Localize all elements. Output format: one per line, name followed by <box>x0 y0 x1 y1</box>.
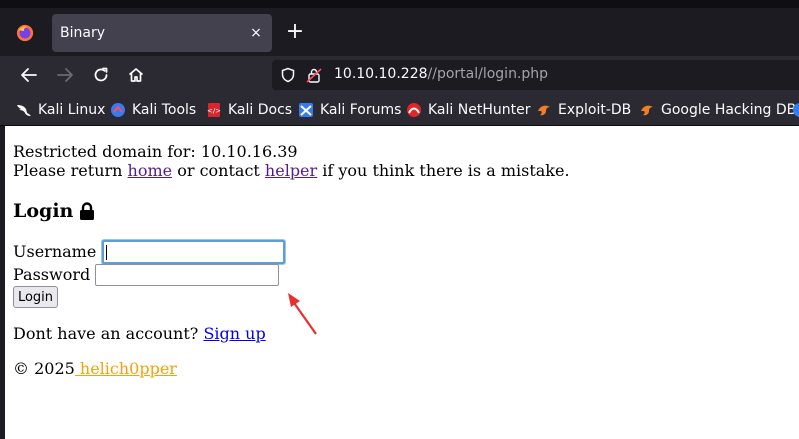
tab-title: Binary <box>60 25 105 41</box>
back-button[interactable] <box>15 62 43 88</box>
signup-message: Dont have an account? Sign up <box>13 324 266 344</box>
copyright-text: © 2025 <box>13 359 75 378</box>
svg-text:</>: </> <box>207 107 221 115</box>
firefox-icon <box>16 24 34 42</box>
close-icon[interactable]: × <box>248 25 264 41</box>
tab-binary[interactable]: Binary × <box>52 14 272 52</box>
url-text[interactable]: 10.10.10.228//portal/login.php <box>334 66 548 82</box>
url-path: //portal/login.php <box>427 66 549 82</box>
bookmark-exploit-db[interactable]: Exploit-DB <box>536 101 631 119</box>
bookmark-google-hacking-db[interactable]: Google Hacking DB <box>639 101 796 119</box>
bookmarks-toolbar: Kali Linux Kali Tools </> Kali Docs Kali… <box>0 94 799 126</box>
ghdb-icon <box>639 102 655 118</box>
kali-docs-icon: </> <box>206 102 222 118</box>
home-icon <box>128 68 144 82</box>
author-link[interactable]: helich0pper <box>75 359 177 378</box>
kali-dragon-icon <box>16 102 32 118</box>
lock-icon <box>80 201 95 220</box>
bookmark-label: Kali Tools <box>132 102 197 118</box>
mistake-text: if you think there is a mistake. <box>317 161 570 180</box>
exploit-db-icon <box>536 102 552 118</box>
shield-icon[interactable] <box>280 67 296 83</box>
url-bar[interactable]: 10.10.10.228//portal/login.php <box>272 60 799 90</box>
home-link[interactable]: home <box>128 161 173 180</box>
return-prefix: Please return <box>13 161 128 180</box>
navigation-toolbar: 10.10.10.228//portal/login.php <box>0 56 799 94</box>
bookmark-label: Google Hacking DB <box>661 102 797 118</box>
bookmark-label: Exploit-DB <box>558 102 632 118</box>
contact-text: or contact <box>172 161 265 180</box>
helper-link[interactable]: helper <box>265 161 317 180</box>
insecure-lock-icon[interactable] <box>306 67 322 83</box>
signup-link[interactable]: Sign up <box>203 324 265 343</box>
firefox-menu-button[interactable] <box>6 18 44 48</box>
forward-arrow-icon <box>57 68 73 82</box>
bookmark-kali-nethunter[interactable]: Kali NetHunter <box>406 101 530 119</box>
password-label: Password <box>13 265 91 284</box>
restricted-message: Restricted domain for: 10.10.16.39 <box>13 142 298 161</box>
text-caret <box>106 245 107 260</box>
bookmark-overflow[interactable] <box>792 101 799 119</box>
back-arrow-icon <box>21 68 37 82</box>
kali-forums-icon <box>298 102 314 118</box>
titlebar-strip <box>0 0 799 8</box>
bookmark-label: Kali Forums <box>320 102 402 118</box>
bookmark-kali-docs[interactable]: </> Kali Docs <box>206 101 292 119</box>
new-tab-button[interactable]: + <box>284 20 306 44</box>
tab-strip: Binary × + <box>0 0 799 56</box>
bookmark-kali-linux[interactable]: Kali Linux <box>16 101 105 119</box>
home-button[interactable] <box>122 62 150 88</box>
bookmark-label: Kali NetHunter <box>428 102 531 118</box>
bookmark-label: Kali Linux <box>38 102 106 118</box>
forward-button[interactable] <box>51 62 79 88</box>
bookmark-kali-forums[interactable]: Kali Forums <box>298 101 401 119</box>
username-input[interactable] <box>102 240 285 264</box>
globe-icon <box>792 102 799 118</box>
url-host: 10.10.10.228 <box>334 66 428 82</box>
page-content: Restricted domain for: 10.10.16.39 Pleas… <box>5 126 799 439</box>
reload-button[interactable] <box>87 62 115 88</box>
kali-tools-icon <box>110 102 126 118</box>
return-message: Please return home or contact helper if … <box>13 161 570 181</box>
reload-icon <box>94 67 108 82</box>
login-heading-text: Login <box>13 200 74 222</box>
bookmark-label: Kali Docs <box>228 102 293 118</box>
signup-prefix: Dont have an account? <box>13 324 204 343</box>
bookmark-kali-tools[interactable]: Kali Tools <box>110 101 196 119</box>
login-button[interactable]: Login <box>13 286 58 308</box>
footer: © 2025 helich0pper <box>13 359 177 379</box>
nethunter-icon <box>406 102 422 118</box>
login-heading: Login <box>13 200 95 222</box>
annotation-arrow-icon <box>288 293 317 335</box>
password-input[interactable] <box>95 264 279 286</box>
username-label: Username <box>13 242 97 261</box>
